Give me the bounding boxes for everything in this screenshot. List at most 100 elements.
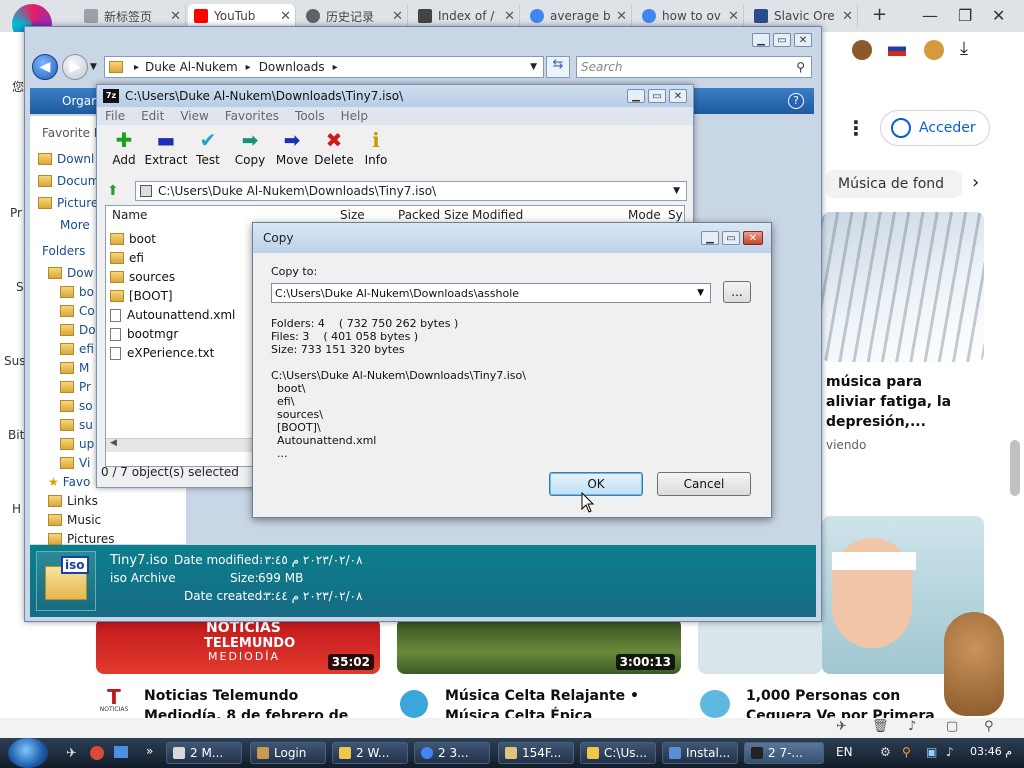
taskbar-item[interactable]: 2 3... [414, 742, 490, 764]
tree-item[interactable]: ★ Favo [48, 475, 90, 489]
file-row[interactable]: sources [110, 268, 175, 286]
close-icon[interactable]: ✕ [170, 9, 181, 24]
video-thumbnail[interactable] [822, 212, 984, 362]
delete-button[interactable]: ✖ Delete [312, 127, 356, 167]
tree-item[interactable]: Dow [48, 266, 93, 280]
tab-5[interactable]: how to ov ✕ [636, 4, 744, 28]
menu-view[interactable]: View [180, 109, 208, 123]
tree-item[interactable]: Co [60, 304, 95, 318]
7zip-titlebar[interactable]: 7z C:\Users\Duke Al-Nukem\Downloads\Tiny… [97, 85, 693, 107]
start-button[interactable] [8, 738, 48, 768]
quicklaunch-icon[interactable]: ✈ [66, 746, 77, 761]
speaker-icon[interactable]: ♪ [908, 719, 916, 734]
chip-musica[interactable]: Música de fond [826, 170, 962, 198]
cookie-icon[interactable] [924, 40, 944, 60]
file-row[interactable]: bootmgr [110, 325, 178, 343]
video-thumbnail-ceguera[interactable] [698, 618, 822, 674]
acceder-button[interactable]: Acceder [880, 110, 990, 146]
tray-icon[interactable]: ⚙ [880, 745, 891, 759]
video-title[interactable]: 1,000 Personas con Ceguera Ve por Primer… [746, 686, 960, 720]
ok-button[interactable]: OK [549, 472, 643, 496]
tree-item[interactable]: Pr [60, 380, 91, 394]
chevron-down-icon[interactable]: ▼ [90, 62, 97, 72]
file-row[interactable]: Autounattend.xml [110, 306, 235, 324]
chevron-down-icon[interactable]: ▼ [673, 186, 680, 196]
minimize-button[interactable]: — [922, 6, 938, 25]
breadcrumb-item[interactable]: Duke Al-Nukem [145, 60, 238, 74]
address-bar[interactable]: ▸ Duke Al-Nukem ▸ Downloads ▸ ▼ [104, 56, 544, 78]
test-button[interactable]: ✔ Test [186, 127, 230, 167]
tree-item[interactable]: Music [48, 513, 101, 527]
close-icon[interactable]: ✕ [392, 9, 403, 24]
taskbar-item[interactable]: 154F... [498, 742, 574, 764]
refresh-button[interactable]: ⇆ [546, 56, 570, 78]
taskbar-item[interactable]: Instal... [662, 742, 738, 764]
tab-0[interactable]: 新标签页 ✕ [78, 4, 186, 28]
scrollbar[interactable] [1010, 440, 1020, 496]
taskbar-item-active[interactable]: 2 7-... [744, 742, 824, 764]
tree-item[interactable]: Do [60, 323, 96, 337]
folders-header[interactable]: Folders [42, 244, 85, 258]
tab-6[interactable]: Slavic Ore ✕ [748, 4, 858, 28]
menu-tools[interactable]: Tools [295, 109, 325, 123]
menu-help[interactable]: Help [341, 109, 368, 123]
quicklaunch-icon[interactable] [114, 746, 128, 758]
chevron-down-icon[interactable]: ▼ [697, 287, 704, 300]
info-button[interactable]: ℹ Info [354, 127, 398, 167]
help-icon[interactable]: ? [788, 93, 804, 109]
chevron-right-icon[interactable]: › [972, 172, 979, 193]
more-options-icon[interactable]: ⋮ [846, 116, 866, 140]
maximize-button[interactable]: ❐ [958, 6, 972, 25]
tab-1[interactable]: YouTub ✕ [188, 4, 296, 28]
taskbar-item[interactable]: 2 W... [332, 742, 408, 764]
file-row[interactable]: [BOOT] [110, 287, 173, 305]
browse-button[interactable]: ... [723, 281, 751, 303]
video-title[interactable]: Música Celta Relajante • Música Celta Ép… [445, 686, 681, 720]
minimize-icon[interactable]: ▁ [752, 33, 770, 47]
favorite-item[interactable]: Picture [38, 196, 98, 210]
video-title[interactable]: música para aliviar fatiga, la depresión… [826, 372, 976, 432]
organize-button[interactable]: Organ [62, 94, 99, 108]
taskbar-item[interactable]: 2 M... [166, 742, 242, 764]
maximize-icon[interactable]: ▭ [722, 231, 740, 245]
tree-item[interactable]: so [60, 399, 93, 413]
cancel-button[interactable]: Cancel [657, 472, 751, 496]
network-icon[interactable]: ▣ [926, 745, 937, 759]
close-icon[interactable]: ✕ [794, 33, 812, 47]
close-icon[interactable]: ✕ [728, 9, 739, 24]
close-icon[interactable]: ✕ [504, 9, 515, 24]
menu-file[interactable]: File [105, 109, 125, 123]
breadcrumb-item[interactable]: Downloads [259, 60, 325, 74]
minimize-icon[interactable]: ▁ [701, 231, 719, 245]
channel-avatar-telemundo[interactable]: T NOTICIAS [98, 688, 130, 716]
menu-edit[interactable]: Edit [141, 109, 164, 123]
search-icon[interactable]: ⚲ [984, 719, 994, 734]
menu-favorites[interactable]: Favorites [225, 109, 279, 123]
language-indicator[interactable]: EN [836, 745, 853, 759]
copy-dialog-titlebar[interactable]: Copy ▁ ▭ ✕ [253, 223, 771, 253]
maximize-icon[interactable]: ▭ [648, 89, 666, 103]
trash-icon[interactable]: 🗑 [872, 719, 889, 734]
chevron-icon[interactable]: » [146, 744, 153, 758]
tree-item[interactable]: M [60, 361, 89, 375]
tab-2[interactable]: 历史记录 ✕ [300, 4, 408, 28]
tree-item[interactable]: Vi [60, 456, 90, 470]
7zip-path-input[interactable]: C:\Users\Duke Al-Nukem\Downloads\Tiny7.i… [135, 181, 687, 201]
tree-item[interactable]: up [60, 437, 94, 451]
horizontal-scrollbar[interactable] [106, 438, 256, 452]
scroll-left-icon[interactable]: ◀ [110, 438, 117, 448]
taskbar-item[interactable]: C:\Us... [580, 742, 656, 764]
tree-item[interactable]: bo [60, 285, 94, 299]
rocket-icon[interactable]: ✈ [836, 719, 847, 734]
tray-icon[interactable]: ⚲ [902, 745, 911, 759]
close-icon[interactable]: ✕ [669, 89, 687, 103]
taskbar-item[interactable]: Login [250, 742, 326, 764]
minimize-icon[interactable]: ▁ [627, 89, 645, 103]
tree-item[interactable]: Pictures [48, 532, 115, 546]
close-icon[interactable]: ✕ [616, 9, 627, 24]
tree-item[interactable]: su [60, 418, 93, 432]
close-icon[interactable]: ✕ [280, 9, 291, 24]
new-tab-button[interactable]: + [872, 4, 887, 25]
video-title[interactable]: Noticias Telemundo Mediodía, 8 de febrer… [144, 686, 366, 720]
quicklaunch-icon[interactable] [90, 746, 104, 760]
